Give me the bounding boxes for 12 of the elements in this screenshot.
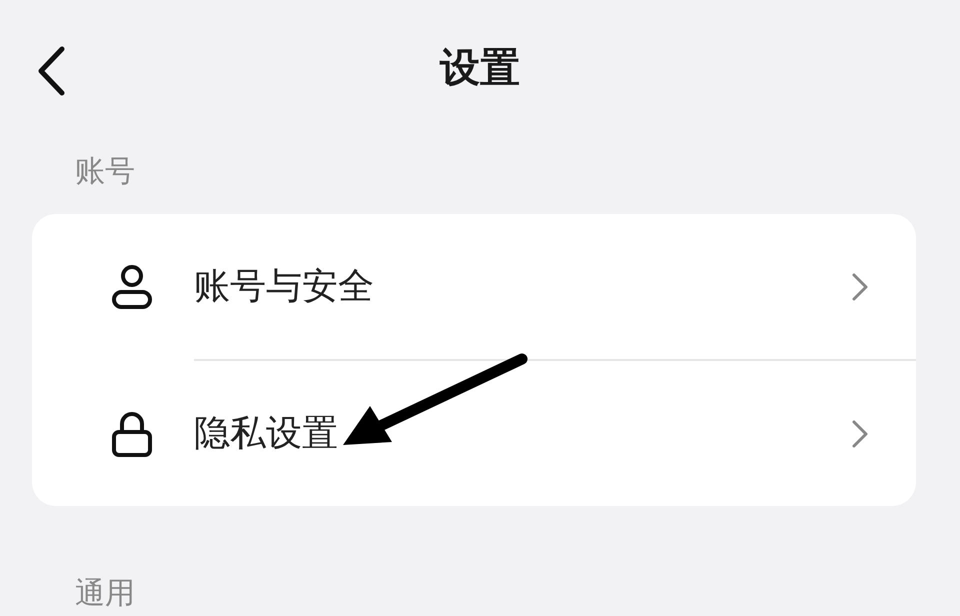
section-label: 账号 [74,153,136,191]
section-label: 通用 [74,575,136,613]
page-title: 设置 [440,44,520,92]
back-icon[interactable] [36,46,66,96]
row-label: 账号与安全 [194,265,375,309]
chevron-icon [852,420,868,448]
person-icon [110,262,154,310]
chevron-icon [852,272,868,300]
settings-row[interactable]: 隐私设置 [32,361,916,506]
row-label: 隐私设置 [194,412,339,456]
lock-icon [110,410,154,458]
settings-row[interactable]: 账号与安全 [32,214,916,359]
